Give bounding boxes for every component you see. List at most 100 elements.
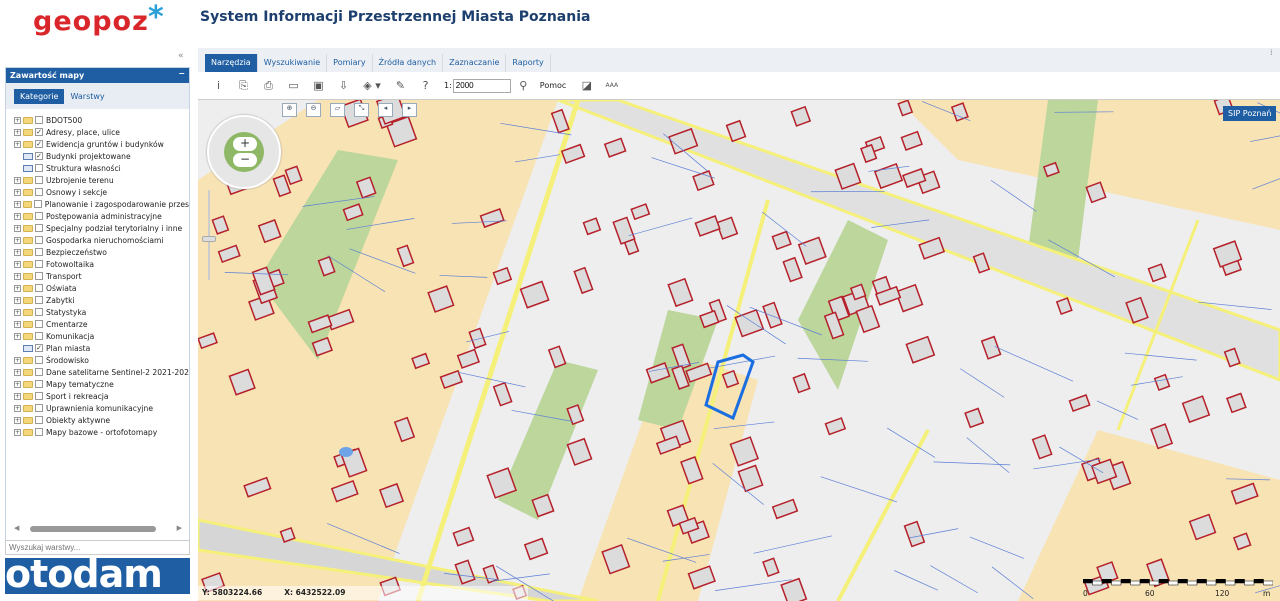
- expand-icon[interactable]: +: [14, 416, 21, 424]
- layer-checkbox[interactable]: [35, 356, 43, 364]
- layer-checkbox[interactable]: [35, 332, 43, 340]
- layer-checkbox[interactable]: [35, 368, 43, 376]
- layer-item[interactable]: + Uprawnienia komunikacyjne: [14, 402, 189, 414]
- legend-icon[interactable]: [23, 152, 33, 160]
- full-extent-icon[interactable]: ⤡: [354, 103, 369, 117]
- geopoz-logo[interactable]: geopoz *: [33, 0, 164, 37]
- 3d-dropdown-icon[interactable]: ◈ ▾: [356, 79, 388, 92]
- layer-checkbox[interactable]: [35, 284, 43, 292]
- expand-icon[interactable]: +: [14, 272, 21, 280]
- layer-checkbox[interactable]: [35, 404, 43, 412]
- previous-view-icon[interactable]: ◂: [378, 103, 393, 117]
- pan-zoom-control[interactable]: + −: [207, 115, 281, 189]
- layer-checkbox[interactable]: ✓: [35, 140, 43, 148]
- map-svg[interactable]: [198, 100, 1280, 601]
- sip-poznan-button[interactable]: SIP Poznań: [1223, 106, 1277, 121]
- layer-checkbox[interactable]: [34, 200, 42, 208]
- layer-checkbox[interactable]: [35, 224, 43, 232]
- layer-item[interactable]: + ✓ Ewidencja gruntów i budynków: [14, 138, 189, 150]
- layer-checkbox[interactable]: ✓: [35, 344, 43, 352]
- info-icon[interactable]: ⅰ: [206, 79, 231, 92]
- next-view-icon[interactable]: ▸: [402, 103, 417, 117]
- layer-item[interactable]: + Uzbrojenie terenu: [14, 174, 189, 186]
- tab-4[interactable]: Zaznaczanie: [443, 54, 507, 72]
- layer-item[interactable]: ✓ Plan miasta: [14, 342, 189, 354]
- tab-1[interactable]: Wyszukiwanie: [258, 54, 328, 72]
- layer-item[interactable]: + Cmentarze: [14, 318, 189, 330]
- layer-checkbox[interactable]: [35, 188, 43, 196]
- contrast-icon[interactable]: ◪: [574, 79, 599, 92]
- collapse-panel-button[interactable]: «: [178, 51, 184, 61]
- layer-checkbox[interactable]: [35, 248, 43, 256]
- expand-icon[interactable]: +: [14, 188, 21, 196]
- layer-checkbox[interactable]: ✓: [35, 152, 43, 160]
- layer-item[interactable]: + Statystyka: [14, 306, 189, 318]
- expand-icon[interactable]: +: [14, 236, 21, 244]
- layer-checkbox[interactable]: [35, 260, 43, 268]
- expand-icon[interactable]: +: [14, 392, 21, 400]
- layer-checkbox[interactable]: [35, 308, 43, 316]
- expand-icon[interactable]: +: [14, 248, 21, 256]
- expand-icon[interactable]: +: [14, 308, 21, 316]
- expand-icon[interactable]: +: [14, 404, 21, 412]
- layer-checkbox[interactable]: [35, 392, 43, 400]
- expand-icon[interactable]: +: [14, 332, 21, 340]
- layer-item[interactable]: + Postępowania administracyjne: [14, 210, 189, 222]
- expand-icon[interactable]: +: [14, 284, 21, 292]
- layer-checkbox[interactable]: [35, 380, 43, 388]
- zoom-out-button[interactable]: −: [233, 153, 257, 167]
- layer-item[interactable]: + Zabytki: [14, 294, 189, 306]
- layer-item[interactable]: + Planowanie i zagospodarowanie przes: [14, 198, 189, 210]
- help-question-icon[interactable]: ?: [413, 79, 438, 92]
- tab-2[interactable]: Pomiary: [327, 54, 373, 72]
- expand-icon[interactable]: +: [14, 296, 21, 304]
- expand-icon[interactable]: +: [14, 380, 21, 388]
- layer-checkbox[interactable]: [35, 428, 43, 436]
- help-link[interactable]: Pomoc: [540, 81, 567, 90]
- zoom-in-button[interactable]: +: [233, 137, 257, 151]
- font-size-button[interactable]: AAA: [599, 82, 624, 89]
- layer-item[interactable]: + Dane satelitarne Sentinel-2 2021-202: [14, 366, 189, 378]
- tab-0[interactable]: Narzędzia: [205, 54, 258, 72]
- zoom-out-box-icon[interactable]: ⊖: [306, 103, 321, 117]
- print-icon[interactable]: ⎙: [256, 79, 281, 93]
- layer-item[interactable]: + Bezpieczeństwo: [14, 246, 189, 258]
- layer-checkbox[interactable]: [35, 320, 43, 328]
- layer-item[interactable]: + ✓ Adresy, place, ulice: [14, 126, 189, 138]
- panel-resize-icon[interactable]: ⁞: [1270, 48, 1273, 57]
- layer-item[interactable]: + Środowisko: [14, 354, 189, 366]
- eraser-icon[interactable]: ✎: [388, 79, 413, 92]
- layer-checkbox[interactable]: [35, 164, 43, 172]
- layer-checkbox[interactable]: [35, 416, 43, 424]
- layer-checkbox[interactable]: [35, 272, 43, 280]
- layer-checkbox[interactable]: [35, 212, 43, 220]
- layer-item[interactable]: + BDOT500: [14, 114, 189, 126]
- scale-input[interactable]: [452, 78, 511, 93]
- layer-item[interactable]: Struktura własności: [14, 162, 189, 174]
- expand-icon[interactable]: +: [14, 356, 21, 364]
- expand-icon[interactable]: +: [14, 368, 21, 376]
- scroll-thumb[interactable]: [30, 526, 156, 532]
- legend-icon[interactable]: [23, 164, 33, 172]
- layer-checkbox[interactable]: [35, 176, 43, 184]
- layer-item[interactable]: + Fotowoltaika: [14, 258, 189, 270]
- layer-item[interactable]: + Sport i rekreacja: [14, 390, 189, 402]
- layer-item[interactable]: + Mapy tematyczne: [14, 378, 189, 390]
- save-map-icon[interactable]: ⎘: [231, 79, 256, 93]
- scroll-left-icon[interactable]: ◀: [14, 524, 19, 532]
- zoom-search-icon[interactable]: ⚲: [511, 79, 536, 92]
- tab-3[interactable]: Źródła danych: [373, 54, 444, 72]
- expand-icon[interactable]: +: [14, 140, 21, 148]
- pan-icon[interactable]: ▱: [330, 103, 345, 117]
- layer-item[interactable]: + Specjalny podział terytorialny i inne: [14, 222, 189, 234]
- tab-warstwy[interactable]: Warstwy: [64, 89, 110, 104]
- map-canvas[interactable]: [198, 100, 1280, 601]
- legend-icon[interactable]: [23, 344, 33, 352]
- layer-item[interactable]: + Osnowy i sekcje: [14, 186, 189, 198]
- expand-icon[interactable]: +: [14, 260, 21, 268]
- expand-icon[interactable]: +: [14, 176, 21, 184]
- layer-item[interactable]: + Mapy bazowe - ortofotomapy: [14, 426, 189, 438]
- zoom-slider-knob[interactable]: [202, 236, 216, 242]
- expand-icon[interactable]: +: [14, 200, 21, 208]
- layer-item[interactable]: + Oświata: [14, 282, 189, 294]
